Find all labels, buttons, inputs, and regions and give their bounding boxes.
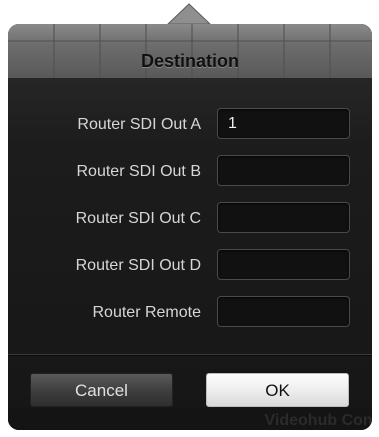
ok-button[interactable]: OK xyxy=(206,373,349,407)
destination-popover: Destination Router SDI Out A Router SDI … xyxy=(8,24,372,430)
background-app-title: Videohub Cont xyxy=(264,412,372,429)
field-label-router-remote: Router Remote xyxy=(92,304,202,321)
dialog-title: Destination xyxy=(140,51,239,71)
app-window: Destination Router SDI Out A Router SDI … xyxy=(0,0,379,437)
field-row-sdi-out-c: Router SDI Out C xyxy=(8,202,372,236)
field-row-sdi-out-a: Router SDI Out A xyxy=(8,108,372,142)
router-sdi-out-d-input[interactable] xyxy=(217,249,350,280)
field-label-sdi-out-c: Router SDI Out C xyxy=(75,210,201,227)
router-sdi-out-a-input[interactable] xyxy=(217,108,350,139)
cancel-button[interactable]: Cancel xyxy=(30,373,173,407)
field-row-router-remote: Router Remote xyxy=(8,296,372,330)
button-divider-shadow xyxy=(8,355,372,356)
field-label-sdi-out-a: Router SDI Out A xyxy=(77,116,201,133)
field-label-sdi-out-b: Router SDI Out B xyxy=(76,163,202,180)
router-remote-input[interactable] xyxy=(217,296,350,327)
field-row-sdi-out-b: Router SDI Out B xyxy=(8,155,372,189)
field-label-sdi-out-d: Router SDI Out D xyxy=(75,257,201,274)
router-sdi-out-c-input[interactable] xyxy=(217,202,350,233)
field-row-sdi-out-d: Router SDI Out D xyxy=(8,249,372,283)
router-sdi-out-b-input[interactable] xyxy=(217,155,350,186)
